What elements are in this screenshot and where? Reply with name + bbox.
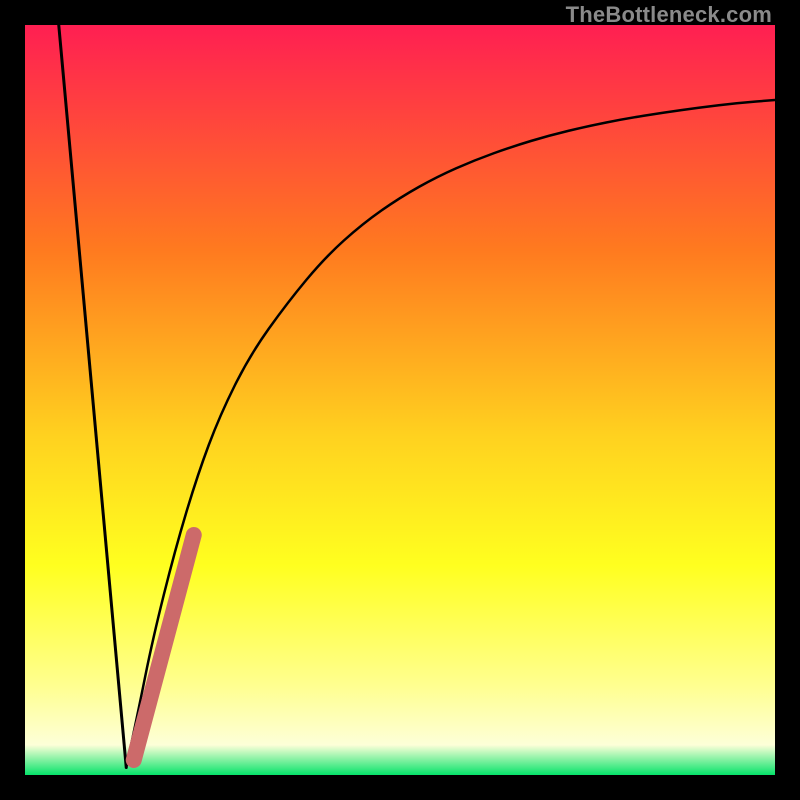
chart-plot-area xyxy=(25,25,775,775)
gradient-background xyxy=(25,25,775,775)
chart-frame: TheBottleneck.com xyxy=(0,0,800,800)
watermark-text: TheBottleneck.com xyxy=(566,2,772,28)
chart-svg xyxy=(25,25,775,775)
